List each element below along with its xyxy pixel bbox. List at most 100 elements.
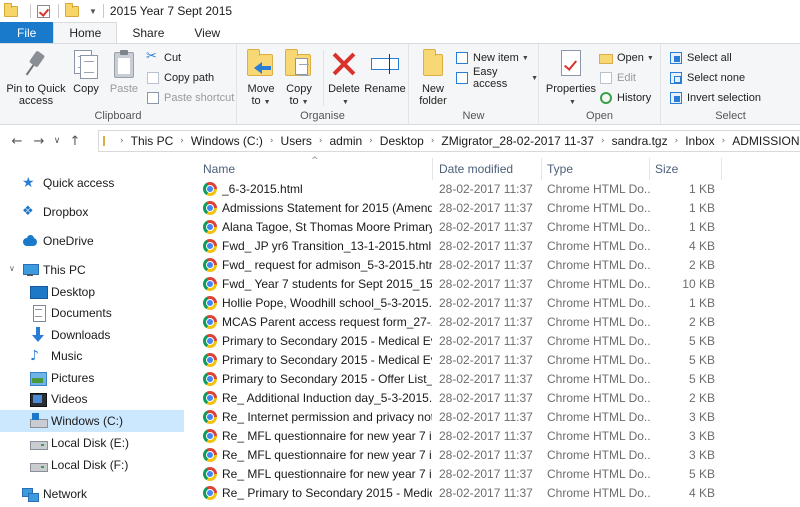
nav-network[interactable]: Network (22, 483, 87, 505)
chevron-down-icon: ▼ (301, 99, 309, 106)
file-row[interactable]: Hollie Pope, Woodhill school_5-3-2015.h.… (185, 294, 800, 313)
file-row[interactable]: Re_ Additional Induction day_5-3-2015.ht… (185, 389, 800, 408)
copy-button[interactable]: Copy (68, 48, 104, 95)
breadcrumb-inbox[interactable]: Inbox (685, 134, 714, 148)
file-row[interactable]: Fwd_ Year 7 students for Sept 2015_15-12… (185, 275, 800, 294)
up-arrow-icon[interactable]: ↑ (64, 134, 86, 149)
rename-button[interactable]: Rename (363, 48, 407, 95)
paste-button[interactable]: Paste (106, 48, 142, 95)
properties-quick-icon[interactable] (37, 4, 50, 18)
nav-windows-c[interactable]: Windows (C:) (0, 410, 184, 432)
delete-label: Delete (328, 83, 360, 95)
edit-button[interactable]: Edit (599, 69, 636, 87)
address-bar[interactable]: › This PC › Windows (C:) › Users › admin… (98, 130, 800, 152)
breadcrumb-admin[interactable]: admin (329, 134, 362, 148)
nav-local-disk-e[interactable]: Local Disk (E:) (30, 432, 129, 454)
cut-button[interactable]: Cut (146, 49, 181, 67)
select-none-button[interactable]: Select none (669, 69, 745, 87)
new-item-button[interactable]: New item ▼ (455, 49, 529, 67)
nav-downloads[interactable]: Downloads (30, 324, 110, 346)
nav-local-disk-f[interactable]: Local Disk (F:) (30, 454, 128, 476)
nav-documents[interactable]: Documents (30, 302, 112, 324)
column-name[interactable]: Name (203, 162, 235, 176)
chevron-right-icon[interactable]: › (369, 136, 373, 146)
delete-button[interactable]: Delete ▼ (325, 48, 363, 109)
file-row[interactable]: Alana Tagoe, St Thomas Moore Primary ...… (185, 218, 800, 237)
tab-share[interactable]: Share (117, 22, 179, 44)
chevron-right-icon[interactable]: › (270, 136, 274, 146)
chevron-right-icon[interactable]: › (722, 136, 726, 146)
copy-path-button[interactable]: Copy path (146, 69, 214, 87)
column-divider[interactable] (541, 158, 542, 180)
chevron-right-icon[interactable]: › (180, 136, 184, 146)
tab-view[interactable]: View (179, 22, 235, 44)
column-date-modified[interactable]: Date modified (439, 162, 513, 176)
chrome-html-icon (203, 182, 217, 196)
chevron-right-icon[interactable]: › (431, 136, 435, 146)
column-divider[interactable] (432, 158, 433, 180)
nav-pictures[interactable]: Pictures (30, 367, 94, 389)
nav-this-pc[interactable]: This PC (22, 259, 86, 281)
breadcrumb-windows-c[interactable]: Windows (C:) (191, 134, 263, 148)
copy-to-label-line1: Copy (286, 83, 312, 95)
file-row[interactable]: Re_ MFL questionnaire for new year 7 in … (185, 465, 800, 484)
breadcrumb-users[interactable]: Users (281, 134, 312, 148)
column-type[interactable]: Type (547, 162, 573, 176)
nav-desktop[interactable]: Desktop (30, 281, 95, 303)
nav-onedrive[interactable]: OneDrive (22, 230, 94, 252)
chevron-right-icon[interactable]: › (675, 136, 679, 146)
properties-button[interactable]: Properties ▼ (545, 48, 597, 109)
select-all-button[interactable]: Select all (669, 49, 732, 67)
back-arrow-icon[interactable]: ← (6, 134, 28, 149)
file-row[interactable]: Primary to Secondary 2015 - Medical Evi.… (185, 351, 800, 370)
column-divider[interactable] (721, 158, 722, 180)
tab-home[interactable]: Home (53, 22, 118, 44)
open-button[interactable]: Open ▼ (599, 49, 654, 67)
chevron-right-icon[interactable]: › (601, 136, 605, 146)
file-row[interactable]: Re_ MFL questionnaire for new year 7 in … (185, 446, 800, 465)
file-row[interactable]: Primary to Secondary 2015 - Offer List_ 2… (185, 370, 800, 389)
chevron-down-icon[interactable]: ∨ (9, 264, 15, 273)
chevron-right-icon[interactable]: › (319, 136, 323, 146)
file-size: 5 KB (688, 334, 715, 348)
file-row[interactable]: Fwd_ request for admison_5-3-2015.html 2… (185, 256, 800, 275)
new-folder-quick-icon[interactable] (65, 3, 79, 17)
file-row[interactable]: Re_ Primary to Secondary 2015 - Medical … (185, 484, 800, 503)
new-folder-button[interactable]: New folder (415, 48, 451, 107)
history-button[interactable]: History (599, 89, 651, 107)
pin-to-quick-access-button[interactable]: Pin to Quick access (4, 48, 68, 107)
move-to-button[interactable]: Move to ▼ (243, 48, 279, 109)
tab-file[interactable]: File (0, 22, 54, 44)
column-divider[interactable] (649, 158, 650, 180)
nav-quick-access[interactable]: ★ Quick access (22, 172, 114, 194)
file-row[interactable]: MCAS Parent access request form_27-1-2..… (185, 313, 800, 332)
column-size[interactable]: Size (655, 162, 678, 176)
breadcrumb-this-pc[interactable]: This PC (131, 134, 174, 148)
chrome-html-icon (203, 334, 217, 348)
nav-dropbox[interactable]: ❖ Dropbox (22, 201, 88, 223)
open-icon (599, 51, 613, 65)
paste-shortcut-button[interactable]: Paste shortcut (146, 89, 234, 107)
history-label: History (617, 92, 652, 104)
file-name: Primary to Secondary 2015 - Medical Evi.… (222, 353, 432, 367)
nav-music[interactable]: ♪ Music (30, 345, 82, 367)
forward-arrow-icon[interactable]: → (28, 134, 50, 149)
breadcrumb-desktop[interactable]: Desktop (380, 134, 424, 148)
invert-selection-button[interactable]: Invert selection (669, 89, 761, 107)
file-row[interactable]: _6-3-2015.html 28-02-2017 11:37 Chrome H… (185, 180, 800, 199)
nav-videos[interactable]: Videos (30, 388, 87, 410)
file-row[interactable]: Fwd_ JP yr6 Transition_13-1-2015.html 28… (185, 237, 800, 256)
file-row[interactable]: Admissions Statement for 2015 (Amende...… (185, 199, 800, 218)
network-icon (22, 486, 39, 502)
quick-access-toolbar-dropdown-icon[interactable]: ▼ (89, 7, 97, 16)
file-row[interactable]: Re_ MFL questionnaire for new year 7 in … (185, 427, 800, 446)
chevron-right-icon[interactable]: › (120, 136, 124, 146)
copy-to-button[interactable]: Copy to ▼ (281, 48, 317, 109)
breadcrumb-zmigrator[interactable]: ZMigrator_28-02-2017 11-37 (441, 134, 594, 148)
recent-locations-chevron-icon[interactable]: ∨ (50, 136, 64, 146)
easy-access-button[interactable]: Easy access ▼ (455, 66, 538, 90)
file-row[interactable]: Re_ Internet permission and privacy noti… (185, 408, 800, 427)
breadcrumb-sandra-tgz[interactable]: sandra.tgz (612, 134, 668, 148)
breadcrumb-admissions[interactable]: ADMISSIONS - PRIM (732, 134, 800, 148)
file-row[interactable]: Primary to Secondary 2015 - Medical Evi.… (185, 332, 800, 351)
